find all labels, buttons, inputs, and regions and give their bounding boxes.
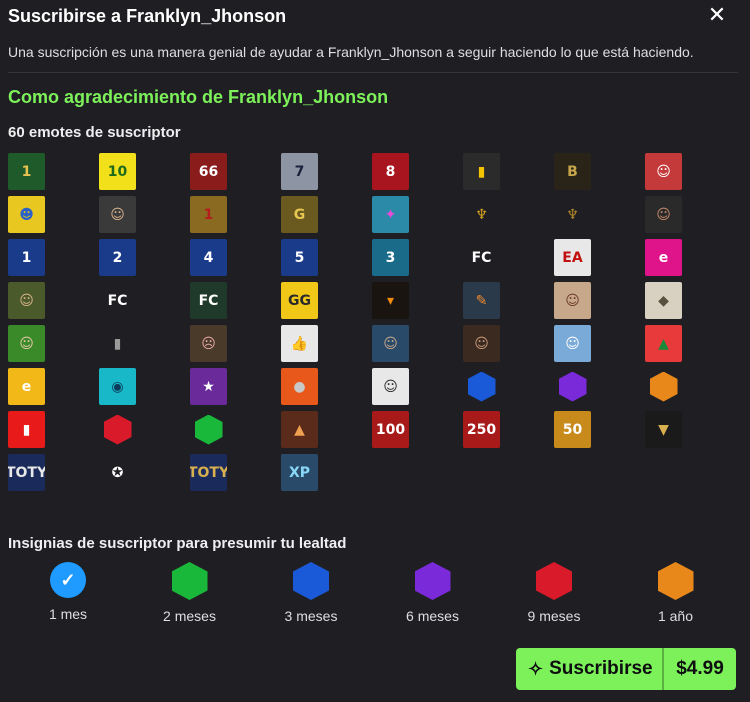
gg-emoji-emote-icon: GG [281,282,318,319]
badge-label: 6 meses [406,608,459,624]
fc-green-badge-emote-icon: FC [190,282,227,319]
card-250-emote-icon: 250 [463,411,500,448]
badge-label: 1 año [657,608,694,624]
gold-ticket-emote-icon: G [281,196,318,233]
division-2-badge-emote-icon: 2 [99,239,136,276]
trophy-coin-emote-icon: ▼ [645,411,682,448]
card-100-emote-icon: 100 [372,411,409,448]
yellow-10-emote-icon: 10 [99,153,136,190]
card-50-emote-icon: 50 [554,411,591,448]
efootball-coin-emote-icon: e [8,368,45,405]
thanks-heading: Como agradecimiento de Franklyn_Jhonson [8,87,389,107]
clock-face-emote-icon: ☺ [372,368,409,405]
blue-face-emote-icon: ☻ [8,196,45,233]
stadium-ball-emote-icon: ◉ [99,368,136,405]
fc-logo-emote-icon: FC [463,239,500,276]
divider [8,72,738,73]
yellow-card-emote-icon: ▮ [463,153,500,190]
xp-badge-emote-icon: XP [281,454,318,491]
orange-hexagon-icon [657,562,694,600]
card-7-emote-icon: 7 [281,153,318,190]
emotes-count-heading: 60 emotes de suscriptor [8,124,181,141]
blue-hexagon-emote-icon [463,368,500,405]
fc-mobile-logo-emote-icon: FC [99,282,136,319]
division-3-badge-emote-icon: 3 [372,239,409,276]
purple-hexagon-icon [414,562,451,600]
bar-chart-icon-emote-icon: ▮ [99,325,136,362]
christmas-tree-emote-icon: ▲ [645,325,682,362]
gold-badge-1-emote-icon: 1 [190,196,227,233]
player-portrait-emote-icon: ☺ [645,153,682,190]
messi-face-emote-icon: ☺ [463,325,500,362]
thumbs-up-emote-icon: 👍 [281,325,318,362]
player-face-emote-icon: ☺ [8,282,45,319]
modal-title: Suscribirse a Franklyn_Jhonson [8,6,287,26]
badge-label: 9 meses [527,608,581,624]
ea-sports-logo-emote-icon: EA [554,239,591,276]
purple-pentagon-star-emote-icon: ★ [190,368,227,405]
player-face-2-emote-icon: ☺ [554,282,591,319]
pumpkin-face-emote-icon: ▾ [372,282,409,319]
badge-0: ✓ 1 mes [23,562,113,622]
division-4-badge-emote-icon: 4 [190,239,227,276]
messi-celebrating-emote-icon: ☺ [554,325,591,362]
world-cup-trophy-2-emote-icon: ♆ [554,196,591,233]
facepalm-face-emote-icon: ☹ [190,325,227,362]
badges-heading: Insignias de suscriptor para presumir tu… [8,535,347,552]
subscribe-price: $4.99 [676,658,724,679]
grey-ball-emote-icon: ● [281,368,318,405]
orange-hexagon-emote-icon [645,368,682,405]
badge-4: 9 meses [509,562,599,624]
player-blue-emote-icon: ☺ [372,325,409,362]
green-hexagon-emote-icon [190,411,227,448]
badge-label: 2 meses [163,608,216,624]
subscribe-label: Suscribirse [549,658,653,679]
gold-coin-1-emote-icon: 1 [8,153,45,190]
red-hexagon-icon [536,562,572,600]
emote-grid: 1 10 66 7 8 ▮ B ☺ ☻ ☺ 1 G ✦ ♆ ♆ ☺ 1 2 4 5 3 FC EA e ☺ FC FC GG ▾ ✎ ☺ ◆ ☺… [8,153,728,496]
card-66-emote-icon: 66 [190,153,227,190]
subscribe-button[interactable]: ✧ Suscribirse $4.99 [516,648,736,690]
red-hexagon-emote-icon [99,411,136,448]
ronaldo-portrait-emote-icon: ☺ [645,196,682,233]
badge-3: 6 meses [388,562,478,624]
modal-description: Una suscripción es una manera genial de … [8,44,694,60]
verified-check-icon: ✓ [50,562,86,598]
red-card-emote-icon: ▮ [8,411,45,448]
division-5-badge-emote-icon: 5 [281,239,318,276]
badge-label: 3 meses [284,608,338,624]
division-1-badge-emote-icon: 1 [8,239,45,276]
sparkle-icon: ✧ [528,658,544,679]
badge-2: 3 meses [266,562,356,624]
toty-card-emote-icon: TOTY [190,454,227,491]
world-cup-trophy-emote-icon: ♆ [463,196,500,233]
green-hexagon-icon [171,562,208,600]
badge-1: 2 meses [145,562,235,624]
ballon-dor-emote-icon: B [554,153,591,190]
badge-5: 1 año [631,562,721,624]
laughing-face-emote-icon: ☺ [8,325,45,362]
efootball-logo-emote-icon: e [645,239,682,276]
orange-triangle-emote-icon: ▲ [281,411,318,448]
blue-hexagon-icon [293,562,329,600]
carnival-mask-emote-icon: ✦ [372,196,409,233]
toty-badge-emote-icon: TOTY [8,454,45,491]
purple-hexagon-emote-icon [554,368,591,405]
close-icon[interactable]: ✕ [706,4,728,26]
card-8-emote-icon: 8 [372,153,409,190]
champions-league-ball-emote-icon: ✪ [99,454,136,491]
badge-label: 1 mes [48,606,88,622]
white-badge-emote-icon: ◆ [645,282,682,319]
orange-boot-emote-icon: ✎ [463,282,500,319]
bald-face-emote-icon: ☺ [99,196,136,233]
